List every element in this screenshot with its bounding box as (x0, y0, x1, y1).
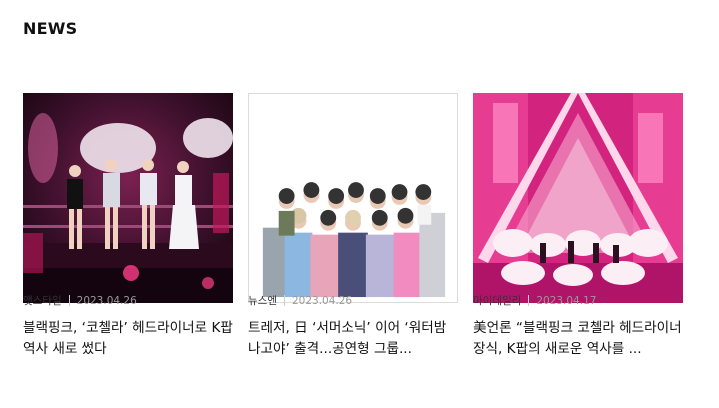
news-thumbnail[interactable] (248, 93, 458, 303)
news-thumbnail[interactable] (473, 93, 683, 303)
meta-divider (283, 295, 285, 306)
news-card[interactable]: 美언론 “블랙핑크 코첼라 헤드라이너 장식, K팝의 새로운 역사를 ... (473, 93, 683, 360)
news-date: 2023.04.26 (76, 294, 137, 307)
news-source: 마이데일리 (473, 295, 522, 307)
news-date: 2023.04.17 (536, 294, 597, 307)
news-headline[interactable]: 블랙핑크, ‘코첼라’ 헤드라이너로 K팝 역사 새로 썼다 (23, 318, 233, 360)
news-card[interactable]: 트레저, 日 ‘서머소닉’ 이어 ‘워터밤 나고야’ 출격...공연형 그룹..… (248, 93, 458, 360)
news-meta: 마이데일리 2023.04.17 (473, 293, 596, 308)
meta-divider (528, 295, 530, 306)
news-meta: 뉴스엔 2023.04.26 (248, 293, 352, 308)
section-title: NEWS (23, 19, 78, 38)
news-headline[interactable]: 트레저, 日 ‘서머소닉’ 이어 ‘워터밤 나고야’ 출격...공연형 그룹..… (248, 318, 458, 360)
news-source: 앳스타일 (23, 295, 62, 307)
news-card[interactable]: 블랙핑크, ‘코첼라’ 헤드라이너로 K팝 역사 새로 썼다 (23, 93, 233, 360)
news-thumbnail[interactable] (23, 93, 233, 303)
meta-divider (68, 295, 70, 306)
news-headline[interactable]: 美언론 “블랙핑크 코첼라 헤드라이너 장식, K팝의 새로운 역사를 ... (473, 318, 683, 360)
news-date: 2023.04.26 (291, 294, 353, 307)
news-meta: 앳스타일 2023.04.26 (23, 293, 137, 308)
news-source: 뉴스엔 (248, 295, 277, 307)
